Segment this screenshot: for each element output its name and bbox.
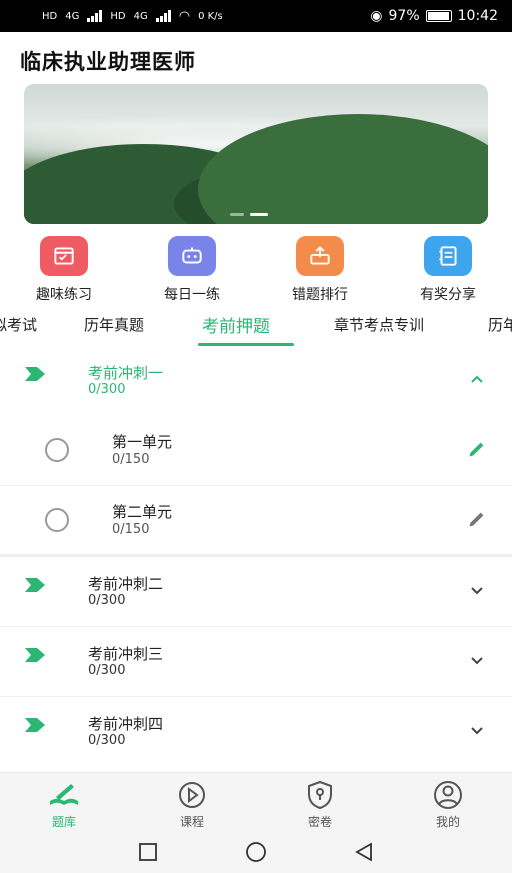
quick-label: 每日一练 — [164, 287, 220, 303]
signal-icon — [87, 10, 103, 22]
tab-chapter-training[interactable]: 章节考点专训 — [334, 314, 424, 335]
section-header[interactable]: 考前冲刺四 0/300 — [0, 696, 512, 766]
book-pen-icon — [50, 784, 78, 805]
system-nav-bar — [0, 830, 512, 873]
hd-indicator-1: HD — [42, 10, 58, 22]
bottom-nav: 题库 课程 密卷 我的 — [0, 772, 512, 830]
nav-question-bank[interactable]: 题库 — [0, 773, 128, 830]
tab-more[interactable]: 历年 — [488, 314, 512, 335]
back-icon[interactable] — [353, 841, 375, 863]
play-circle-icon — [179, 782, 205, 808]
section-header[interactable]: 考前冲刺二 0/300 — [0, 556, 512, 626]
unit-title: 第一单元 — [112, 433, 173, 451]
eye-icon: ◉ — [370, 8, 383, 24]
section-count: 0/300 — [88, 663, 126, 678]
category-tabs: 拟考试 历年真题 考前押题 章节考点专训 历年 — [0, 306, 512, 346]
section-title: 考前冲刺三 — [88, 645, 164, 663]
shield-lock-icon — [308, 780, 332, 810]
recent-apps-icon[interactable] — [137, 841, 159, 863]
carousel-indicator — [230, 213, 268, 216]
robot-icon — [168, 236, 216, 276]
user-circle-icon — [434, 781, 462, 809]
battery-percent: 97% — [388, 8, 420, 24]
status-bar: HD 4G HD 4G ◠ 0 K/s ◉ 97% 10:42 — [0, 0, 512, 32]
nav-label: 课程 — [179, 815, 204, 829]
unit-count: 0/150 — [112, 522, 150, 537]
chevron-up-icon[interactable] — [470, 372, 484, 386]
nav-label: 密卷 — [307, 815, 332, 829]
section-header[interactable]: 考前冲刺三 0/300 — [0, 626, 512, 696]
unit-count: 0/150 — [112, 452, 150, 467]
radio-button[interactable] — [45, 508, 69, 532]
tab-past-papers[interactable]: 历年真题 — [84, 314, 144, 335]
section-title: 考前冲刺一 — [88, 364, 164, 382]
nav-label: 我的 — [435, 815, 460, 829]
nav-course[interactable]: 课程 — [128, 773, 256, 830]
network-4g-1: 4G — [65, 10, 80, 22]
flag-arrow-icon — [25, 718, 45, 732]
section-count: 0/300 — [88, 733, 126, 748]
exam-list: 考前冲刺一 0/300 第一单元 0/150 第二单元 0/150 考前冲刺二 … — [0, 346, 512, 766]
chevron-down-icon[interactable] — [470, 723, 484, 737]
hd-indicator-2: HD — [110, 10, 126, 22]
chevron-down-icon[interactable] — [470, 583, 484, 597]
quick-actions: 趣味练习 每日一练 错题排行 有奖分享 — [0, 236, 512, 304]
wifi-icon: ◠ — [178, 8, 191, 24]
network-speed: 0 K/s — [198, 10, 223, 22]
unit-row[interactable]: 第二单元 0/150 — [0, 485, 512, 554]
flag-arrow-icon — [25, 578, 45, 592]
network-4g-2: 4G — [133, 10, 148, 22]
tab-pre-exam[interactable]: 考前押题 — [202, 312, 270, 337]
quick-label: 有奖分享 — [420, 287, 476, 303]
page-title: 临床执业助理医师 — [20, 50, 196, 74]
section-title: 考前冲刺四 — [88, 715, 164, 733]
section-count: 0/300 — [88, 593, 126, 608]
quick-daily-practice[interactable]: 每日一练 — [128, 236, 256, 304]
upload-box-icon — [296, 236, 344, 276]
flag-arrow-icon — [25, 367, 45, 381]
notebook-icon — [424, 236, 472, 276]
signal-icon-2 — [155, 10, 171, 22]
pencil-icon[interactable] — [466, 438, 488, 460]
pencil-icon[interactable] — [466, 508, 488, 530]
quick-fun-practice[interactable]: 趣味练习 — [0, 236, 128, 304]
quick-reward-share[interactable]: 有奖分享 — [384, 236, 512, 304]
battery-icon — [425, 10, 452, 22]
clock: 10:42 — [457, 8, 498, 24]
nav-label: 题库 — [51, 815, 76, 829]
unit-title: 第二单元 — [112, 503, 173, 521]
section-count: 0/300 — [88, 382, 126, 397]
unit-row[interactable]: 第一单元 0/150 — [0, 416, 512, 485]
quick-label: 趣味练习 — [36, 287, 92, 303]
quick-wrong-ranking[interactable]: 错题排行 — [256, 236, 384, 304]
calendar-icon — [40, 236, 88, 276]
section-header[interactable]: 考前冲刺一 0/300 — [0, 346, 512, 416]
tab-mock-exam[interactable]: 拟考试 — [0, 314, 37, 335]
nav-secret-paper[interactable]: 密卷 — [256, 773, 384, 830]
radio-button[interactable] — [45, 438, 69, 462]
nav-mine[interactable]: 我的 — [384, 773, 512, 830]
flag-arrow-icon — [25, 648, 45, 662]
section-title: 考前冲刺二 — [88, 575, 164, 593]
chevron-down-icon[interactable] — [470, 653, 484, 667]
network-status: HD 4G HD 4G ◠ 0 K/s — [42, 9, 223, 24]
quick-label: 错题排行 — [292, 287, 348, 303]
home-icon[interactable] — [245, 841, 267, 863]
banner-carousel[interactable] — [24, 84, 488, 224]
